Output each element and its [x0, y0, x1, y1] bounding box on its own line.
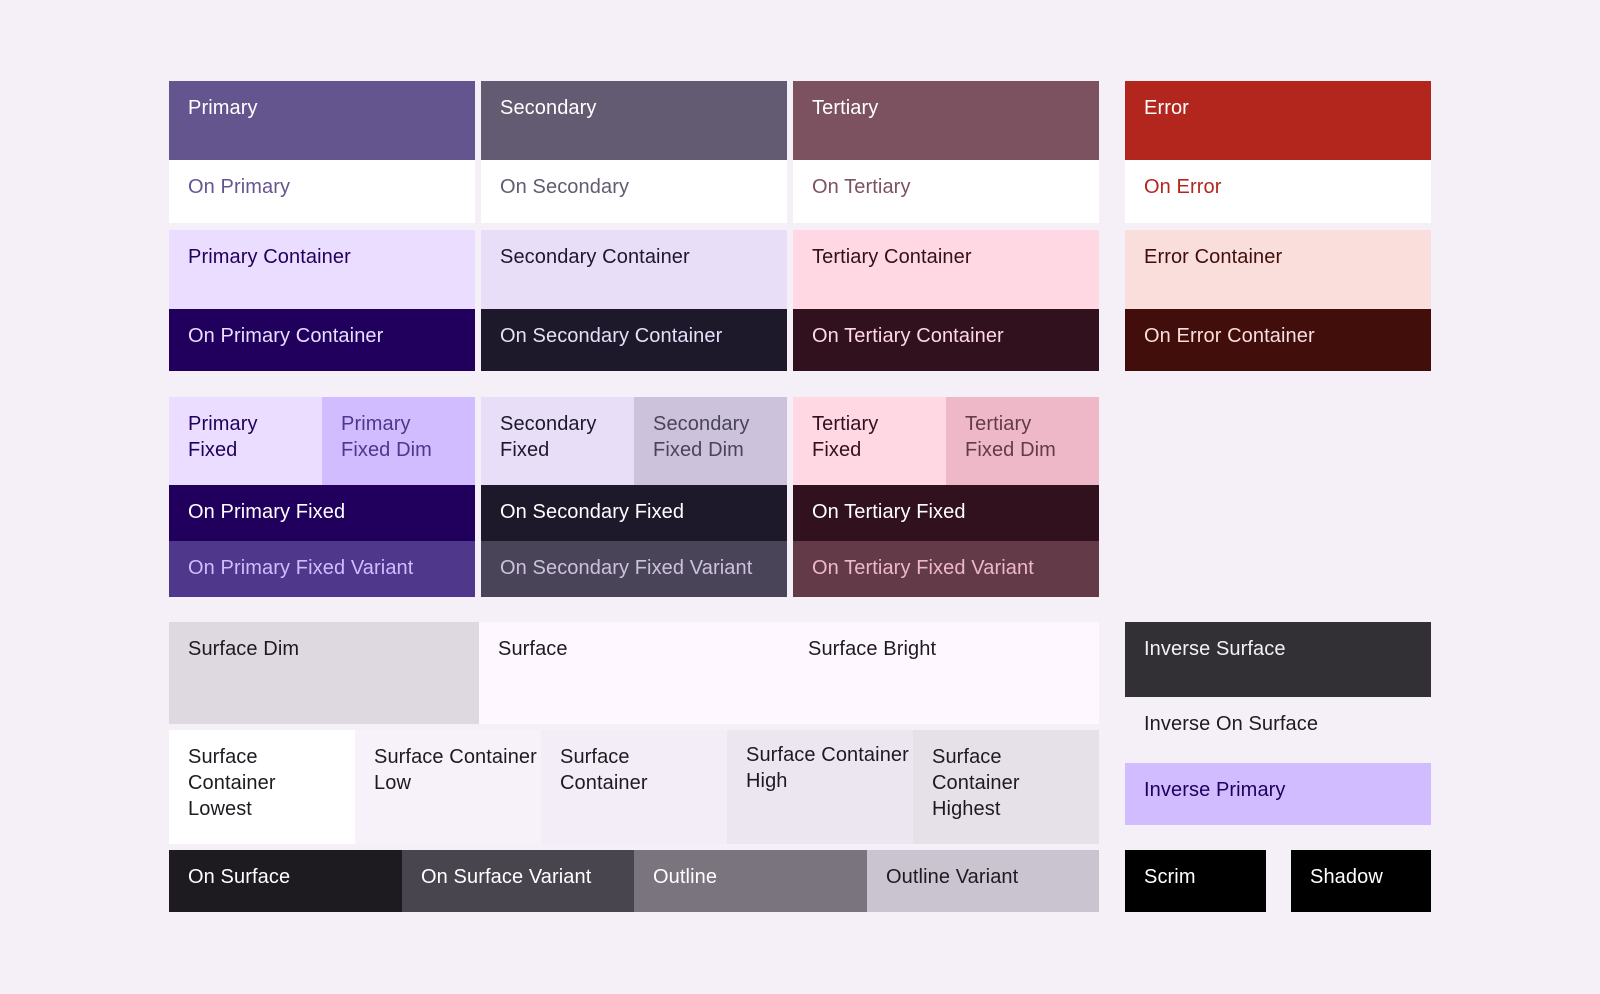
swatch-label: Inverse Primary [1144, 779, 1286, 801]
swatch-label: Surface Dim [188, 638, 300, 660]
swatch-label: On Primary Fixed Variant [188, 557, 414, 579]
swatch-label: Secondary Fixed [500, 413, 597, 461]
swatch-tertiary: Tertiary [793, 81, 1099, 160]
swatch-scrim: Scrim [1125, 850, 1266, 912]
swatch-primary-fixed: Primary Fixed [169, 397, 322, 485]
swatch-primary: Primary [169, 81, 475, 160]
swatch-on-secondary-container: On Secondary Container [481, 309, 787, 371]
swatch-surface-container-low: Surface Container Low [355, 730, 541, 844]
swatch-on-tertiary-container: On Tertiary Container [793, 309, 1099, 371]
swatch-on-secondary-fixed: On Secondary Fixed [481, 485, 787, 541]
swatch-label: Tertiary Container [812, 246, 972, 268]
swatch-label: Surface Container Low [374, 746, 537, 794]
swatch-label: Shadow [1310, 866, 1383, 888]
swatch-label: Error Container [1144, 246, 1283, 268]
swatch-label: Surface [498, 638, 568, 660]
swatch-label: On Surface [188, 866, 291, 888]
swatch-on-primary: On Primary [169, 160, 475, 223]
swatch-tertiary-fixed-dim: Tertiary Fixed Dim [946, 397, 1099, 485]
swatch-surface-container: Surface Container [541, 730, 727, 844]
swatch-surface-container-high: Surface Container High [727, 730, 913, 844]
swatch-on-error: On Error [1125, 160, 1431, 223]
swatch-on-surface-variant: On Surface Variant [402, 850, 634, 912]
swatch-label: On Secondary Fixed Variant [500, 557, 753, 579]
swatch-label: Scrim [1144, 866, 1196, 888]
swatch-label: Surface Container Highest [932, 746, 1020, 820]
swatch-label: On Error Container [1144, 325, 1315, 347]
swatch-label: Primary [188, 97, 258, 119]
swatch-outline: Outline [634, 850, 867, 912]
swatch-surface-dim: Surface Dim [169, 622, 479, 724]
swatch-on-primary-fixed: On Primary Fixed [169, 485, 475, 541]
swatch-label: Outline [653, 866, 718, 888]
swatch-label: On Tertiary [812, 176, 911, 198]
swatch-secondary-fixed: Secondary Fixed [481, 397, 634, 485]
swatch-primary-fixed-dim: Primary Fixed Dim [322, 397, 475, 485]
swatch-label: On Primary [188, 176, 291, 198]
swatch-label: On Tertiary Fixed [812, 501, 966, 523]
swatch-tertiary-container: Tertiary Container [793, 230, 1099, 309]
swatch-shadow: Shadow [1291, 850, 1431, 912]
swatch-label: Inverse Surface [1144, 638, 1286, 660]
swatch-label: Surface Bright [808, 638, 937, 660]
swatch-secondary-fixed-dim: Secondary Fixed Dim [634, 397, 787, 485]
swatch-label: On Surface Variant [421, 866, 592, 888]
swatch-label: Tertiary [812, 97, 879, 119]
swatch-on-secondary-fixed-variant: On Secondary Fixed Variant [481, 541, 787, 597]
swatch-surface-container-highest: Surface Container Highest [913, 730, 1099, 844]
swatch-label: On Secondary [500, 176, 630, 198]
swatch-label: Surface Container Lowest [188, 746, 276, 820]
swatch-secondary-container: Secondary Container [481, 230, 787, 309]
swatch-label: Primary Fixed Dim [341, 413, 432, 461]
swatch-label: On Primary Container [188, 325, 384, 347]
swatch-on-primary-fixed-variant: On Primary Fixed Variant [169, 541, 475, 597]
swatch-label: Error [1144, 97, 1189, 119]
swatch-on-secondary: On Secondary [481, 160, 787, 223]
swatch-label: On Secondary Container [500, 325, 723, 347]
swatch-label: On Tertiary Fixed Variant [812, 557, 1034, 579]
swatch-outline-variant: Outline Variant [867, 850, 1099, 912]
swatch-secondary: Secondary [481, 81, 787, 160]
swatch-label: On Primary Fixed [188, 501, 346, 523]
swatch-on-surface: On Surface [169, 850, 402, 912]
swatch-label: Primary Container [188, 246, 351, 268]
swatch-on-tertiary-fixed: On Tertiary Fixed [793, 485, 1099, 541]
swatch-label: Outline Variant [886, 866, 1019, 888]
swatch-error: Error [1125, 81, 1431, 160]
swatch-on-primary-container: On Primary Container [169, 309, 475, 371]
swatch-label: Surface Container High [746, 744, 909, 792]
swatch-on-tertiary-fixed-variant: On Tertiary Fixed Variant [793, 541, 1099, 597]
swatch-inverse-primary: Inverse Primary [1125, 763, 1431, 825]
swatch-label: Secondary Container [500, 246, 690, 268]
swatch-label: Tertiary Fixed Dim [965, 413, 1056, 461]
swatch-label: Inverse On Surface [1144, 713, 1319, 735]
swatch-label: On Secondary Fixed [500, 501, 685, 523]
swatch-on-tertiary: On Tertiary [793, 160, 1099, 223]
swatch-surface-container-lowest: Surface Container Lowest [169, 730, 355, 844]
swatch-inverse-surface: Inverse Surface [1125, 622, 1431, 697]
swatch-label: On Error [1144, 176, 1222, 198]
swatch-label: Primary Fixed [188, 413, 258, 461]
swatch-label: Secondary Fixed Dim [653, 413, 750, 461]
swatch-label: Secondary [500, 97, 597, 119]
swatch-surface-bright: Surface Bright [789, 622, 1099, 724]
swatch-label: On Tertiary Container [812, 325, 1004, 347]
swatch-surface: Surface [479, 622, 789, 724]
swatch-on-error-container: On Error Container [1125, 309, 1431, 371]
swatch-inverse-on-surface: Inverse On Surface [1125, 697, 1431, 763]
swatch-error-container: Error Container [1125, 230, 1431, 309]
swatch-label: Tertiary Fixed [812, 413, 879, 461]
swatch-primary-container: Primary Container [169, 230, 475, 309]
swatch-label: Surface Container [560, 746, 648, 794]
swatch-tertiary-fixed: Tertiary Fixed [793, 397, 946, 485]
